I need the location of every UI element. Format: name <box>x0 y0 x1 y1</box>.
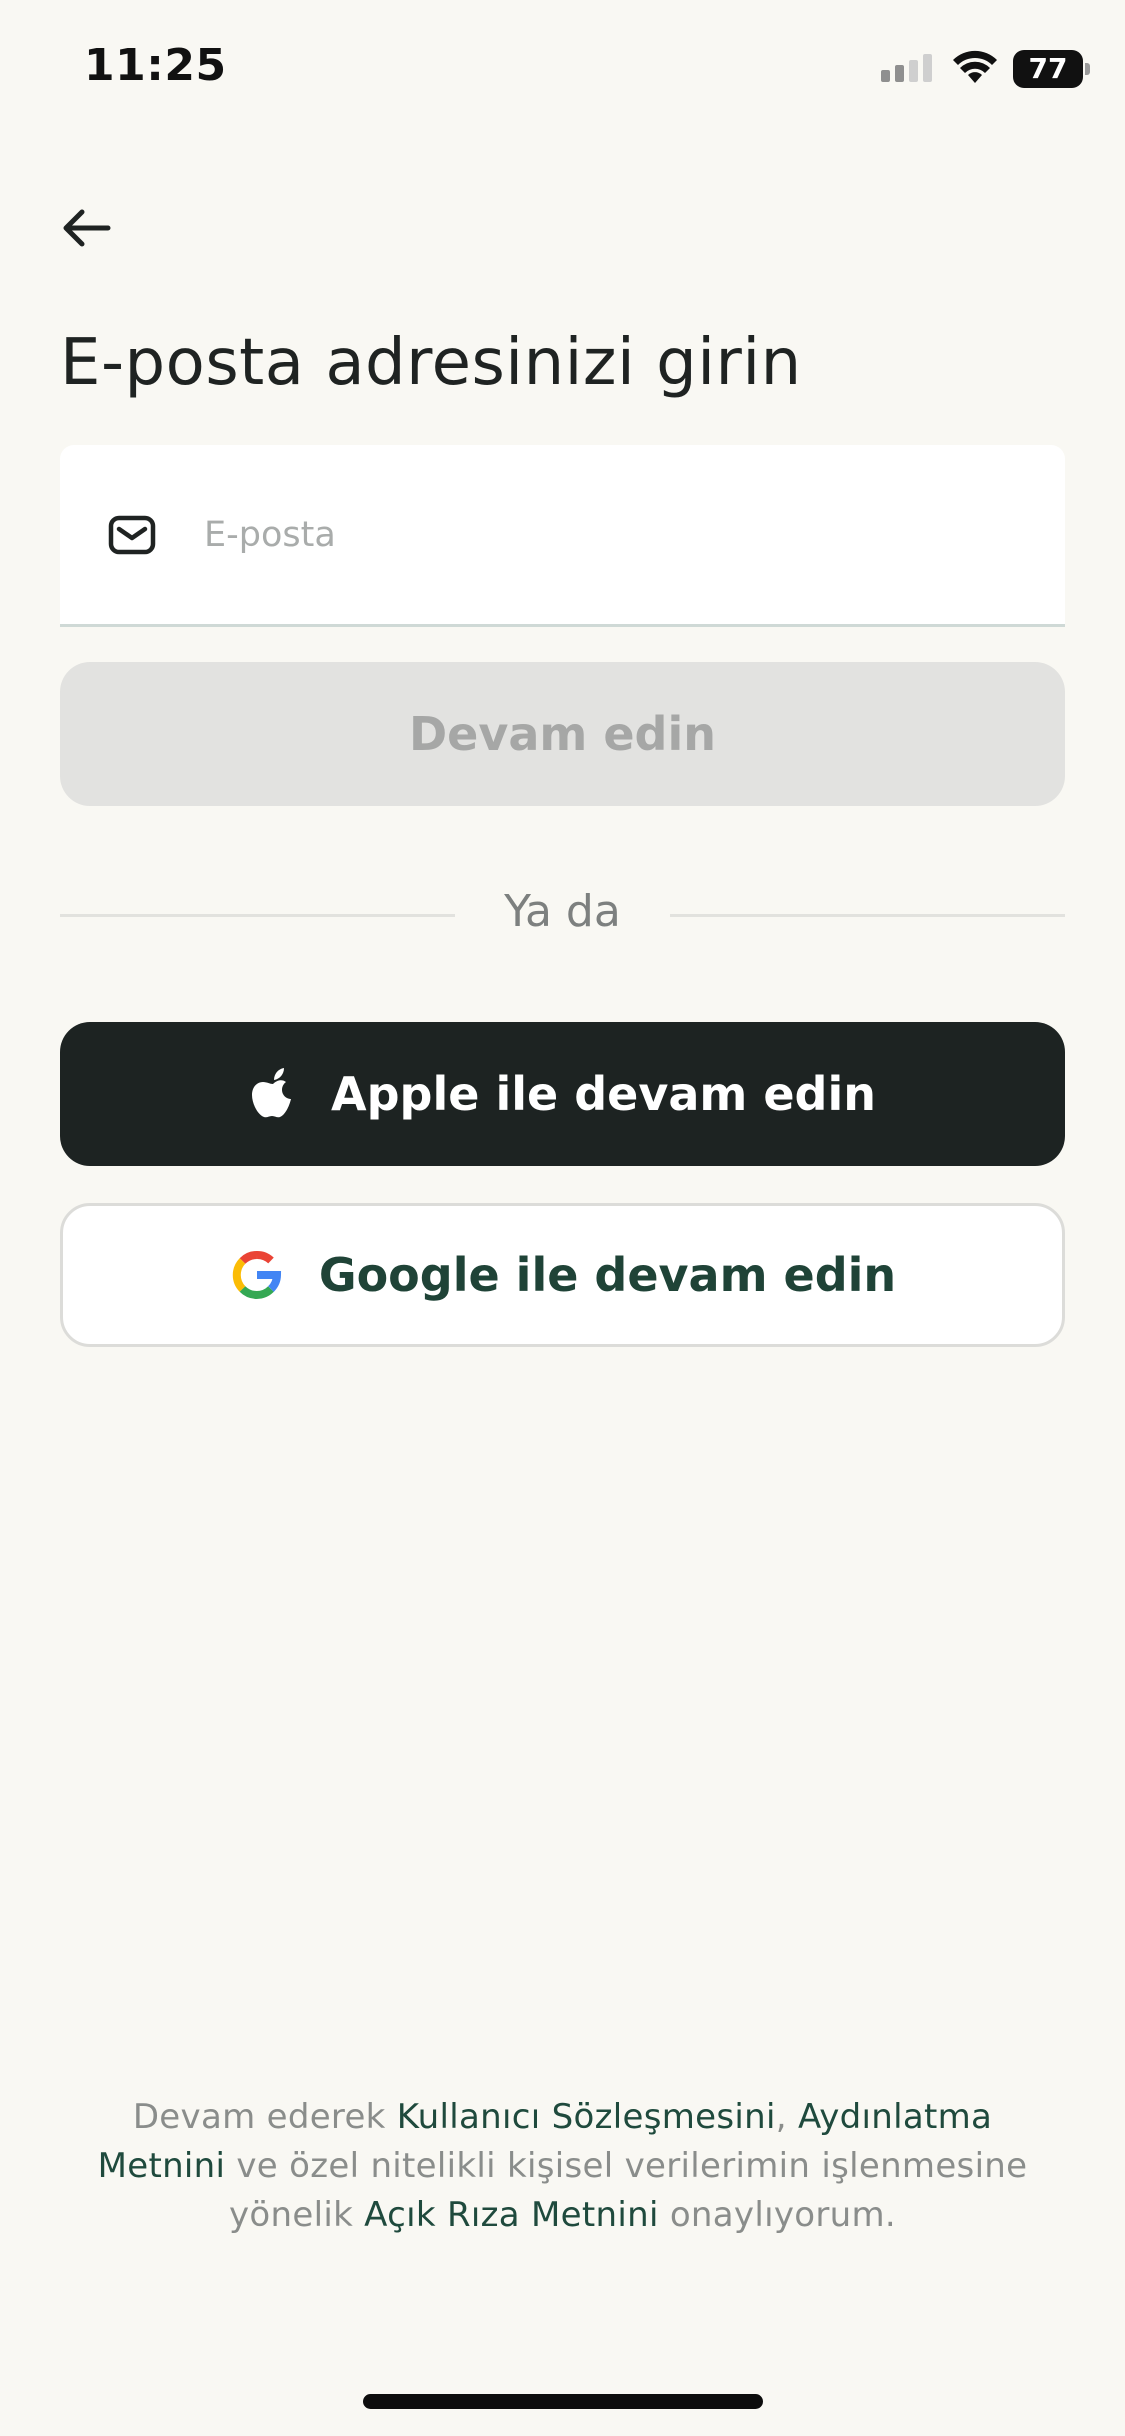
google-signin-button[interactable]: Google ile devam edin <box>60 1203 1065 1347</box>
continue-button[interactable]: Devam edin <box>60 662 1065 806</box>
battery-indicator: 77 <box>1013 50 1090 88</box>
divider-text: Ya da <box>504 886 621 937</box>
battery-percent: 77 <box>1028 52 1068 85</box>
battery-nub <box>1085 63 1090 75</box>
mail-icon <box>108 515 156 555</box>
legal-suffix: onaylıyorum. <box>658 2195 897 2235</box>
apple-logo-icon <box>249 1066 297 1122</box>
google-logo-icon <box>229 1247 285 1303</box>
google-button-label: Google ile devam edin <box>318 1248 897 1302</box>
explicit-consent-link[interactable]: Açık Rıza Metnini <box>364 2195 659 2235</box>
apple-signin-button[interactable]: Apple ile devam edin <box>60 1022 1065 1166</box>
legal-consent-text: Devam ederek Kullanıcı Sözleşmesini, Ayd… <box>90 2093 1035 2240</box>
legal-comma: , <box>775 2097 798 2137</box>
arrow-left-icon <box>63 209 111 247</box>
or-divider: Ya da <box>60 880 1065 950</box>
back-button[interactable] <box>56 198 116 258</box>
email-field[interactable] <box>60 445 1065 627</box>
cellular-signal-icon <box>881 52 937 86</box>
status-time: 11:25 <box>84 40 227 91</box>
wifi-icon <box>951 49 999 89</box>
home-indicator <box>363 2394 763 2409</box>
apple-button-label: Apple ile devam edin <box>331 1067 876 1121</box>
legal-prefix: Devam ederek <box>132 2097 397 2137</box>
divider-line-right <box>670 914 1065 917</box>
email-entry-screen: 11:25 77 E-posta adresinizi girin E-post… <box>0 0 1125 2436</box>
email-input[interactable] <box>204 514 1004 555</box>
status-icons: 77 <box>881 48 1090 90</box>
continue-button-label: Devam edin <box>409 707 716 761</box>
user-agreement-link[interactable]: Kullanıcı Sözleşmesini <box>397 2097 776 2137</box>
page-title: E-posta adresinizi girin <box>60 326 802 400</box>
